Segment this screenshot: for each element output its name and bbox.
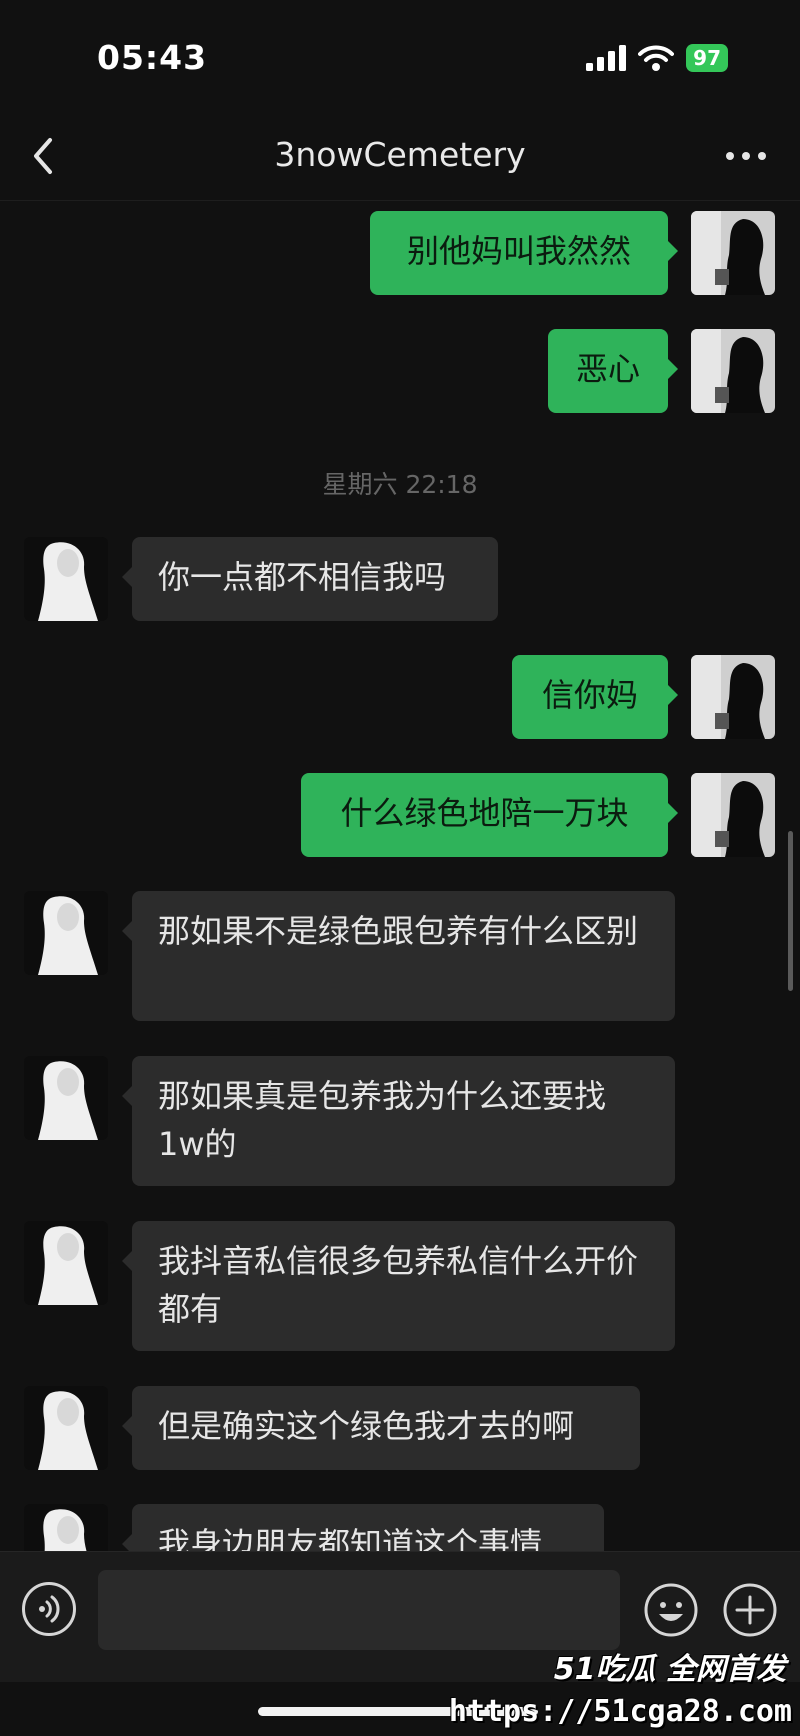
message-bubble[interactable]: 恶心 [548, 329, 678, 413]
message-bubble[interactable]: 那如果真是包养我为什么还要找1w的 [122, 1056, 675, 1186]
message-bubble[interactable]: 什么绿色地陪一万块 [301, 773, 678, 857]
my-avatar[interactable] [691, 655, 775, 739]
my-avatar[interactable] [691, 211, 775, 295]
emoji-button[interactable] [643, 1582, 699, 1638]
avatar-image [24, 1386, 108, 1470]
avatar-image [691, 211, 775, 295]
avatar-image [691, 655, 775, 739]
plus-icon [723, 1583, 777, 1637]
message-bubble[interactable]: 你一点都不相信我吗 [122, 537, 498, 621]
watermark-brand: 51吃瓜 全网首发 [553, 1652, 786, 1687]
contact-avatar[interactable] [24, 891, 108, 975]
avatar-image [691, 329, 775, 413]
avatar-image [24, 891, 108, 975]
more-button[interactable] [722, 138, 770, 174]
avatar-image [24, 1056, 108, 1140]
my-avatar[interactable] [691, 773, 775, 857]
chat-title: 3nowCemetery [274, 135, 526, 174]
voice-icon [39, 1595, 60, 1623]
message-bubble[interactable]: 我身边朋友都知道这个事情 [122, 1504, 604, 1551]
contact-avatar[interactable] [24, 1504, 108, 1551]
time-divider: 星期六 22:18 [322, 470, 478, 499]
message-bubble[interactable]: 别他妈叫我然然 [370, 211, 678, 295]
avatar-image [24, 1221, 108, 1305]
status-bar: 05:43 97 [0, 0, 800, 110]
message-bubble[interactable]: 那如果不是绿色跟包养有什么区别 [122, 891, 675, 1021]
contact-avatar[interactable] [24, 1386, 108, 1470]
message-bubble[interactable]: 我抖音私信很多包养私信什么开价都有 [122, 1221, 675, 1351]
contact-avatar[interactable] [24, 1056, 108, 1140]
more-dots-icon [726, 152, 766, 160]
avatar-image [24, 537, 108, 621]
battery-icon: 97 [686, 44, 728, 72]
avatar-image [24, 1504, 108, 1551]
message-bubble[interactable]: 信你妈 [512, 655, 678, 739]
scroll-indicator[interactable] [788, 831, 793, 991]
message-input[interactable] [98, 1570, 620, 1650]
emoji-icon [644, 1583, 698, 1637]
watermark-url: https://51cga28.com [448, 1694, 792, 1729]
status-icons: 97 [586, 44, 728, 72]
avatar-image [691, 773, 775, 857]
message-bubble[interactable]: 但是确实这个绿色我才去的啊 [122, 1386, 640, 1470]
signal-icon [586, 45, 627, 71]
contact-avatar[interactable] [24, 537, 108, 621]
contact-avatar[interactable] [24, 1221, 108, 1305]
my-avatar[interactable] [691, 329, 775, 413]
status-time: 05:43 [97, 38, 208, 77]
chat-messages[interactable]: 别他妈叫我然然 恶心 星期六 22:18 你一点都不相信我吗 信你妈 什么绿色地… [0, 201, 800, 1551]
wifi-icon [638, 45, 675, 71]
nav-bar: 3nowCemetery [0, 112, 800, 201]
voice-button[interactable] [22, 1582, 76, 1636]
plus-button[interactable] [722, 1582, 778, 1638]
